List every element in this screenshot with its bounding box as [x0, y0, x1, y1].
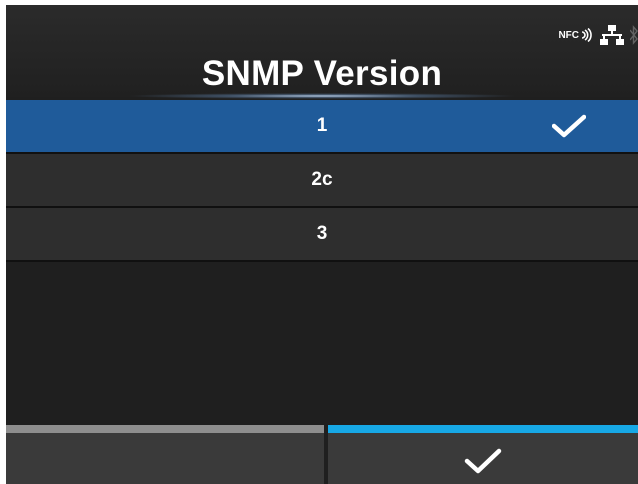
nfc-label: NFC: [558, 29, 579, 41]
cancel-button[interactable]: [6, 425, 324, 484]
check-icon: [464, 448, 502, 474]
check-icon: [552, 114, 586, 138]
bluetooth-icon: [630, 25, 638, 45]
network-icon: [600, 25, 624, 45]
option-label: 1: [316, 115, 328, 136]
option-label: 3: [316, 223, 328, 244]
option-row-2c[interactable]: 2c: [6, 154, 638, 208]
confirm-button[interactable]: [328, 425, 638, 484]
option-label: 2c: [311, 169, 333, 190]
version-list: 1 2c 3: [6, 100, 638, 262]
printer-screen: NFC SNMP Version 1 2c 3: [6, 5, 638, 484]
status-bar: NFC: [558, 23, 638, 47]
option-row-3[interactable]: 3: [6, 208, 638, 262]
title-underline-glow: [126, 93, 518, 99]
nfc-icon: NFC: [558, 28, 592, 42]
option-row-1[interactable]: 1: [6, 100, 638, 154]
header: NFC SNMP Version: [6, 5, 638, 99]
bottom-bar: [6, 425, 638, 484]
page-title: SNMP Version: [201, 54, 443, 93]
